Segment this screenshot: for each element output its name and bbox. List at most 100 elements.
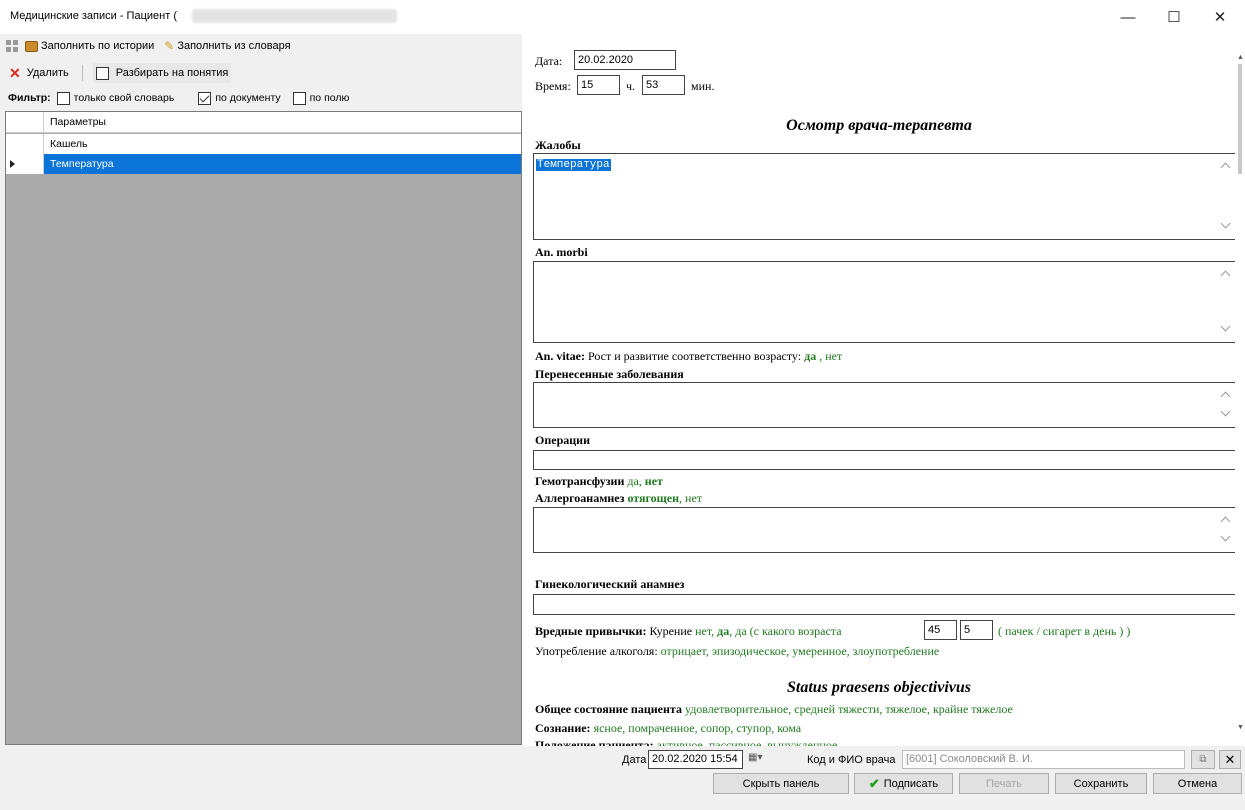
hour-unit: ч.	[626, 79, 636, 93]
doctor-clear-button[interactable]: ✕	[1219, 750, 1241, 769]
lookup-icon: ⧉	[1199, 754, 1207, 765]
anmorbi-textarea[interactable]	[533, 261, 1236, 343]
alcohol-options[interactable]: отрицает, эпизодическое, умеренное, злоу…	[661, 644, 940, 658]
column-header-parameters[interactable]: Параметры	[44, 112, 106, 132]
document-scrollbar[interactable]: ▲ ▼	[1235, 34, 1245, 746]
allergy-textarea[interactable]	[533, 507, 1236, 553]
split-concepts-toggle[interactable]: Разбирать на понятия	[92, 63, 232, 83]
filter-by-document[interactable]: по документу	[198, 91, 281, 105]
grid-cell[interactable]: Кашель	[44, 134, 521, 154]
scroll-down-icon[interactable]	[1220, 218, 1231, 229]
scroll-down-icon[interactable]	[1220, 321, 1231, 332]
panel-toolbar-2: ✕ Удалить Разбирать на понятия	[0, 63, 522, 83]
grid-header: Параметры	[6, 112, 521, 133]
general-state-line: Общее состояние пациента удовлетворитель…	[535, 702, 1013, 717]
fill-history-button[interactable]: Заполнить по истории	[22, 36, 157, 56]
smoking-option-no[interactable]: нет	[695, 624, 711, 638]
parameters-grid[interactable]: Параметры Кашель Температура	[5, 111, 522, 745]
fill-dictionary-button[interactable]: ✎ Заполнить из словаря	[161, 36, 293, 56]
consciousness-options[interactable]: ясное, помраченное, сопор, ступор, кома	[591, 721, 801, 735]
toolbar-divider	[81, 65, 83, 81]
hide-panel-button[interactable]: Скрыть панель	[713, 773, 849, 794]
footer-date-field[interactable]: 20.02.2020 15:54	[648, 750, 743, 769]
allergy-label: Аллергоанамнез	[535, 491, 625, 505]
grid-row-selected[interactable]: Температура	[6, 154, 521, 174]
position-options[interactable]: активное, пассивное, вынужденное	[654, 738, 838, 746]
complaints-textarea[interactable]: Температура	[533, 153, 1236, 240]
smoking-option-yes-since[interactable]: да (с какого возраста	[735, 624, 841, 638]
operations-field[interactable]	[533, 450, 1236, 470]
hour-field[interactable]: 15	[577, 75, 620, 95]
calendar-icon[interactable]: ▦▾	[748, 752, 762, 763]
row-header[interactable]	[6, 134, 44, 154]
close-button[interactable]: ✕	[1197, 0, 1243, 34]
doctor-field[interactable]: [6001] Соколовский В. И.	[902, 750, 1185, 769]
habits-label: Вредные привычки:	[535, 624, 647, 638]
minute-unit: мин.	[691, 79, 715, 93]
hemo-option-no[interactable]: нет	[642, 474, 663, 488]
own-dict-checkbox[interactable]	[56, 91, 70, 105]
minimize-button[interactable]: —	[1105, 0, 1151, 34]
current-row-arrow-icon	[10, 160, 15, 168]
scroll-up-icon[interactable]	[1220, 391, 1231, 402]
hemo-line: Гемотрансфузии да, нет	[535, 474, 663, 489]
cancel-button[interactable]: Отмена	[1153, 773, 1242, 794]
scroll-up-icon[interactable]	[1220, 516, 1231, 527]
minute-field[interactable]: 53	[642, 75, 685, 95]
delete-button[interactable]: ✕ Удалить	[6, 63, 72, 83]
smoking-age-field[interactable]: 45	[924, 620, 957, 640]
position-line: Положение пациента: активное, пассивное,…	[535, 738, 837, 746]
operations-label: Операции	[535, 433, 590, 447]
smoking-text: Курение	[646, 624, 696, 638]
filter-own-dict[interactable]: только свой словарь	[56, 91, 174, 105]
wand-icon: ✎	[164, 39, 175, 53]
allergy-option-no[interactable]: нет	[682, 491, 702, 505]
scroll-up-arrow-icon[interactable]: ▲	[1237, 54, 1244, 61]
time-label: Время:	[535, 79, 571, 93]
grid-row[interactable]: Кашель	[6, 134, 521, 154]
scroll-up-icon[interactable]	[1220, 270, 1231, 281]
past-diseases-label: Перенесенные заболевания	[535, 367, 684, 381]
position-label: Положение пациента:	[535, 738, 654, 746]
print-button[interactable]: Печать	[959, 773, 1049, 794]
anvitae-option-yes[interactable]: да	[804, 349, 816, 363]
sign-button[interactable]: ✔ Подписать	[854, 773, 953, 794]
doctor-label: Код и ФИО врача	[807, 754, 896, 766]
smoking-count-field[interactable]: 5	[960, 620, 993, 640]
by-document-label: по документу	[215, 92, 281, 104]
title-bar: Медицинские записи - Пациент ( — ☐ ✕	[0, 0, 1245, 34]
footer-bar: Дата 20.02.2020 15:54 ▦▾ Код и ФИО врача…	[0, 746, 1245, 810]
allergy-option-burdened[interactable]: отягощен	[624, 491, 679, 505]
scroll-down-icon[interactable]	[1220, 406, 1231, 417]
general-state-options[interactable]: удовлетворительное, средней тяжести, тяж…	[682, 702, 1013, 716]
anvitae-option-no[interactable]: нет	[825, 349, 842, 363]
row-header[interactable]	[6, 154, 44, 174]
filter-label: Фильтр:	[8, 92, 51, 104]
save-button[interactable]: Сохранить	[1055, 773, 1147, 794]
gyn-field[interactable]	[533, 594, 1236, 615]
scroll-down-arrow-icon[interactable]: ▼	[1237, 724, 1244, 731]
sign-label: Подписать	[883, 777, 939, 790]
hemo-option-yes[interactable]: да	[624, 474, 638, 488]
scroll-thumb[interactable]	[1238, 64, 1242, 174]
scroll-down-icon[interactable]	[1220, 531, 1231, 542]
allergy-line: Аллергоанамнез отягощен, нет	[535, 491, 702, 506]
grid-cell[interactable]: Температура	[44, 154, 521, 174]
by-field-checkbox[interactable]	[292, 91, 306, 105]
patient-name-redacted	[192, 9, 397, 23]
date-field[interactable]: 20.02.2020	[574, 50, 676, 70]
box-icon	[25, 40, 38, 52]
consciousness-line: Сознание: ясное, помраченное, сопор, сту…	[535, 721, 801, 736]
past-diseases-textarea[interactable]	[533, 382, 1236, 428]
filter-bar: Фильтр: только свой словарь по документу…	[0, 89, 522, 107]
filter-by-field[interactable]: по полю	[292, 91, 349, 105]
grid-icon[interactable]	[6, 40, 18, 52]
split-concepts-checkbox[interactable]	[95, 66, 109, 80]
scroll-up-icon[interactable]	[1220, 162, 1231, 173]
by-document-checkbox[interactable]	[198, 91, 212, 105]
maximize-button[interactable]: ☐	[1151, 0, 1197, 34]
habits-line: Вредные привычки: Курение нет, да, да (с…	[535, 624, 842, 638]
clear-icon: ✕	[1224, 751, 1236, 767]
smoking-option-yes[interactable]: да	[717, 624, 729, 638]
doctor-lookup-button[interactable]: ⧉	[1191, 750, 1215, 769]
